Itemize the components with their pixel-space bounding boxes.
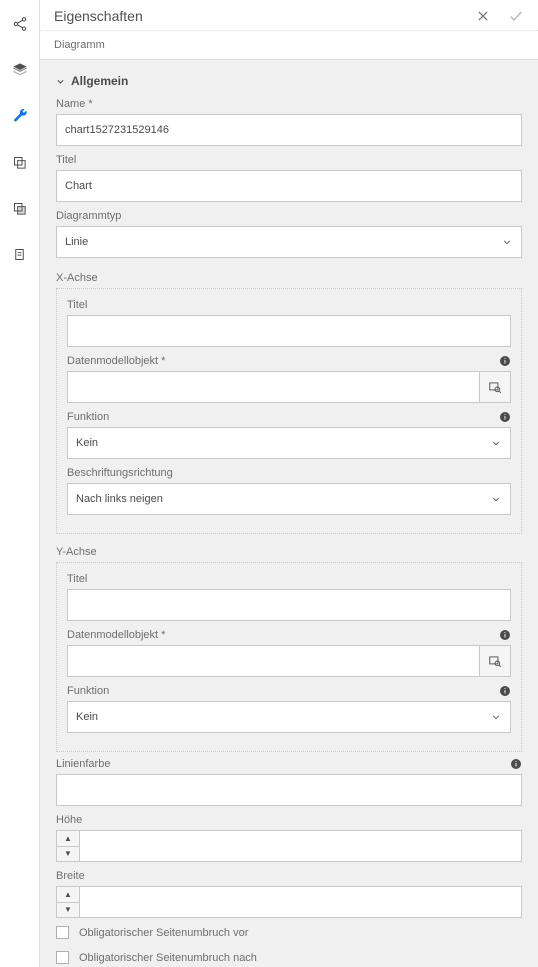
layers-icon[interactable] bbox=[0, 56, 40, 84]
field-seitenumbruch-vor: Obligatorischer Seitenumbruch vor bbox=[56, 926, 522, 939]
info-icon[interactable] bbox=[499, 355, 511, 367]
field-x-funktion: Funktion bbox=[67, 411, 511, 459]
y-titel-input[interactable] bbox=[67, 589, 511, 621]
close-icon[interactable] bbox=[476, 9, 490, 23]
label-y-datenmodell: Datenmodellobjekt * bbox=[67, 629, 165, 641]
field-y-datenmodell: Datenmodellobjekt * bbox=[67, 629, 511, 677]
label-x-beschriftung: Beschriftungsrichtung bbox=[67, 467, 173, 479]
subsection-xachse: X-Achse Titel Datenmodellobjekt * bbox=[56, 266, 522, 534]
tool-sidebar bbox=[0, 0, 40, 967]
label-seitenumbruch-vor: Obligatorischer Seitenumbruch vor bbox=[79, 927, 248, 939]
y-datenmodell-input[interactable] bbox=[67, 645, 479, 677]
label-y-titel: Titel bbox=[67, 573, 87, 585]
field-y-titel: Titel bbox=[67, 573, 511, 621]
hoehe-step-down[interactable]: ▼ bbox=[56, 847, 80, 863]
x-titel-input[interactable] bbox=[67, 315, 511, 347]
field-diagrammtyp: Diagrammtyp bbox=[56, 210, 522, 258]
panel-header: Eigenschaften bbox=[40, 0, 538, 31]
section-allgemein: Allgemein Name * Titel Diagrammtyp bbox=[46, 66, 532, 967]
panel-title: Eigenschaften bbox=[54, 8, 143, 24]
field-y-funktion: Funktion bbox=[67, 685, 511, 733]
field-hoehe: Höhe ▲ ▼ bbox=[56, 814, 522, 862]
wrench-icon[interactable] bbox=[0, 102, 40, 130]
x-datenmodell-browse-button[interactable] bbox=[479, 371, 511, 403]
seitenumbruch-vor-checkbox[interactable] bbox=[56, 926, 69, 939]
titel-input[interactable] bbox=[56, 170, 522, 202]
section-header[interactable]: Allgemein bbox=[46, 66, 532, 94]
label-seitenumbruch-nach: Obligatorischer Seitenumbruch nach bbox=[79, 952, 257, 964]
field-x-datenmodell: Datenmodellobjekt * bbox=[67, 355, 511, 403]
label-x-funktion: Funktion bbox=[67, 411, 109, 423]
label-diagrammtyp: Diagrammtyp bbox=[56, 210, 121, 222]
info-icon[interactable] bbox=[510, 758, 522, 770]
y-datenmodell-browse-button[interactable] bbox=[479, 645, 511, 677]
breite-input[interactable] bbox=[80, 886, 522, 918]
info-icon[interactable] bbox=[499, 629, 511, 641]
section-body: Name * Titel Diagrammtyp bbox=[46, 94, 532, 967]
breite-step-down[interactable]: ▼ bbox=[56, 903, 80, 919]
section-title: Allgemein bbox=[71, 74, 128, 88]
name-input[interactable] bbox=[56, 114, 522, 146]
header-actions bbox=[476, 8, 524, 24]
xachse-box: Titel Datenmodellobjekt * bbox=[56, 288, 522, 534]
chevron-down-icon bbox=[56, 77, 65, 86]
diagrammtyp-select[interactable] bbox=[56, 226, 522, 258]
info-icon[interactable] bbox=[499, 685, 511, 697]
label-yachse: Y-Achse bbox=[56, 540, 522, 562]
info-icon[interactable] bbox=[499, 411, 511, 423]
browse-icon bbox=[488, 654, 502, 668]
copy-icon[interactable] bbox=[0, 148, 40, 176]
linienfarbe-input[interactable] bbox=[56, 774, 522, 806]
label-xachse: X-Achse bbox=[56, 266, 522, 288]
subsection-yachse: Y-Achse Titel Datenmodellobjekt * bbox=[56, 540, 522, 752]
field-titel: Titel bbox=[56, 154, 522, 202]
field-breite: Breite ▲ ▼ bbox=[56, 870, 522, 918]
x-datenmodell-input[interactable] bbox=[67, 371, 479, 403]
x-beschriftung-select[interactable] bbox=[67, 483, 511, 515]
label-breite: Breite bbox=[56, 870, 85, 882]
confirm-icon[interactable] bbox=[508, 8, 524, 24]
label-name: Name * bbox=[56, 98, 93, 110]
paste-icon[interactable] bbox=[0, 194, 40, 222]
x-funktion-select[interactable] bbox=[67, 427, 511, 459]
field-x-titel: Titel bbox=[67, 299, 511, 347]
hoehe-input[interactable] bbox=[80, 830, 522, 862]
field-name: Name * bbox=[56, 98, 522, 146]
scroll-area[interactable]: Allgemein Name * Titel Diagrammtyp bbox=[40, 60, 538, 967]
field-x-beschriftung: Beschriftungsrichtung bbox=[67, 467, 511, 515]
browse-icon bbox=[488, 380, 502, 394]
y-funktion-select[interactable] bbox=[67, 701, 511, 733]
label-linienfarbe: Linienfarbe bbox=[56, 758, 110, 770]
field-linienfarbe: Linienfarbe bbox=[56, 758, 522, 806]
share-icon[interactable] bbox=[0, 10, 40, 38]
label-y-funktion: Funktion bbox=[67, 685, 109, 697]
clipboard-icon[interactable] bbox=[0, 240, 40, 268]
properties-panel: Eigenschaften Diagramm Allgemein Name * bbox=[40, 0, 538, 967]
seitenumbruch-nach-checkbox[interactable] bbox=[56, 951, 69, 964]
label-x-datenmodell: Datenmodellobjekt * bbox=[67, 355, 165, 367]
label-hoehe: Höhe bbox=[56, 814, 82, 826]
breite-step-up[interactable]: ▲ bbox=[56, 886, 80, 903]
label-titel: Titel bbox=[56, 154, 76, 166]
label-x-titel: Titel bbox=[67, 299, 87, 311]
field-seitenumbruch-nach: Obligatorischer Seitenumbruch nach bbox=[56, 951, 522, 964]
hoehe-step-up[interactable]: ▲ bbox=[56, 830, 80, 847]
panel-subtitle: Diagramm bbox=[40, 31, 538, 60]
yachse-box: Titel Datenmodellobjekt * bbox=[56, 562, 522, 752]
